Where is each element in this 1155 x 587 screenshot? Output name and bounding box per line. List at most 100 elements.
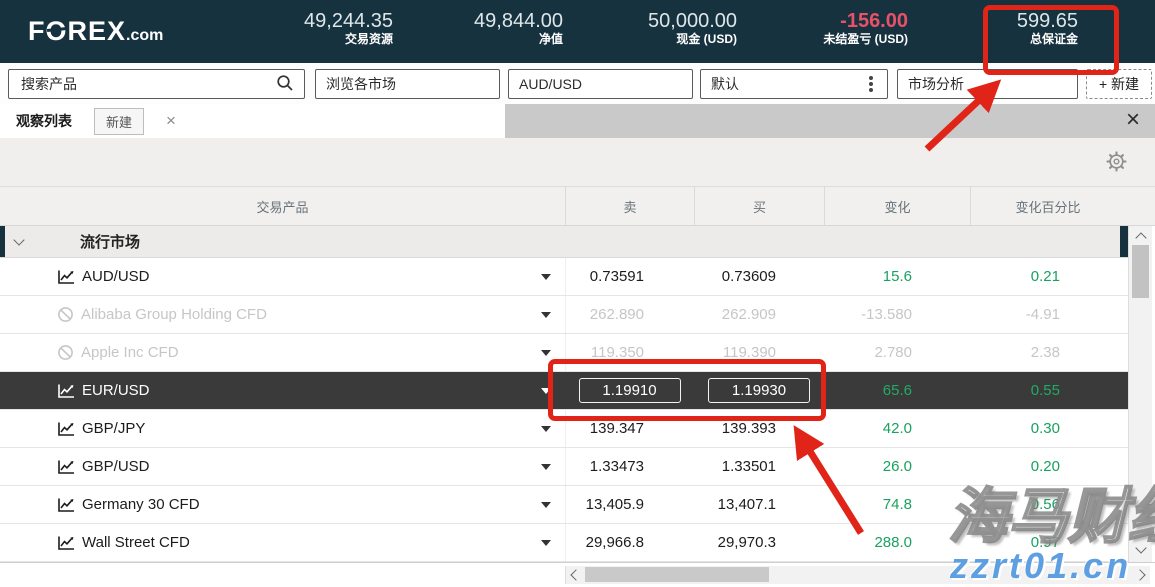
caret-down-icon[interactable]	[541, 388, 551, 394]
sell-price-cell[interactable]: 119.350	[565, 334, 694, 371]
change-value: 65.6	[883, 382, 912, 399]
stat-value: 599.65	[1017, 10, 1078, 32]
buy-price[interactable]: 29,970.3	[718, 534, 776, 551]
chart-icon[interactable]	[57, 535, 75, 551]
ban-icon	[57, 306, 74, 323]
caret-down-icon[interactable]	[541, 274, 551, 280]
column-header-change: 变化	[824, 187, 970, 225]
account-header: FOREX.com 49,244.35 交易资源 49,844.00 净值 50…	[0, 0, 1155, 63]
table-row[interactable]: GBP/JPY 139.347 139.393 42.0 0.30	[0, 410, 1128, 448]
buy-price[interactable]: 0.73609	[722, 268, 776, 285]
caret-down-icon[interactable]	[541, 502, 551, 508]
caret-down-icon[interactable]	[541, 312, 551, 318]
buy-price[interactable]: 139.393	[722, 420, 776, 437]
scroll-right-icon[interactable]	[1134, 569, 1145, 580]
buy-price[interactable]: 1.19930	[708, 378, 810, 403]
vertical-scrollbar[interactable]	[1128, 226, 1152, 562]
gear-icon[interactable]	[1106, 151, 1127, 177]
chart-icon[interactable]	[57, 421, 75, 437]
table-row[interactable]: AUD/USD 0.73591 0.73609 15.6 0.21	[0, 258, 1128, 296]
instrument-selector[interactable]: AUD/USD	[508, 69, 693, 99]
browse-markets-dropdown[interactable]: 浏览各市场	[315, 69, 500, 99]
new-watchlist-button[interactable]: 新建	[94, 108, 144, 135]
tab-close-icon[interactable]: ×	[166, 111, 176, 131]
sell-price-cell[interactable]: 29,966.8	[565, 524, 694, 561]
group-row-popular-markets[interactable]: 流行市场	[0, 226, 1128, 258]
table-row[interactable]: Wall Street CFD 29,966.8 29,970.3 288.0 …	[0, 524, 1128, 562]
table-row[interactable]: Apple Inc CFD 119.350 119.390 2.780 2.38	[0, 334, 1128, 372]
instrument-name: GBP/USD	[82, 458, 150, 475]
sell-price[interactable]: 139.347	[590, 420, 644, 437]
layout-label: 默认	[711, 74, 739, 94]
caret-down-icon[interactable]	[541, 540, 551, 546]
buy-price-cell[interactable]: 0.73609	[694, 258, 824, 295]
search-input[interactable]	[19, 75, 276, 93]
sell-price-cell[interactable]: 13,405.9	[565, 486, 694, 523]
market-analysis-dropdown[interactable]: 市场分析	[897, 69, 1078, 99]
sell-price-cell[interactable]: 139.347	[565, 410, 694, 447]
change-cell: -13.580	[824, 296, 970, 333]
caret-down-icon[interactable]	[541, 350, 551, 356]
scroll-down-icon[interactable]	[1135, 542, 1146, 553]
buy-price-cell[interactable]: 262.909	[694, 296, 824, 333]
instrument-name: EUR/USD	[82, 382, 150, 399]
sell-price-cell[interactable]: 0.73591	[565, 258, 694, 295]
buy-price[interactable]: 1.33501	[722, 458, 776, 475]
column-header-change-pct: 变化百分比	[970, 187, 1125, 225]
tab-watchlist[interactable]: 观察列表 新建 ×	[0, 104, 505, 138]
chart-icon[interactable]	[57, 383, 75, 399]
sell-price[interactable]: 13,405.9	[586, 496, 644, 513]
horizontal-scrollbar[interactable]	[565, 566, 1150, 584]
ban-icon	[57, 344, 74, 361]
search-box[interactable]	[8, 69, 305, 99]
buy-price[interactable]: 119.390	[723, 344, 776, 361]
sell-price[interactable]: 1.33473	[590, 458, 644, 475]
product-cell: GBP/USD	[0, 448, 565, 485]
buy-price-cell[interactable]: 1.33501	[694, 448, 824, 485]
panel-close-icon[interactable]: ×	[1126, 108, 1140, 132]
sell-price[interactable]: 29,966.8	[586, 534, 644, 551]
chart-icon[interactable]	[57, 459, 75, 475]
buy-price-cell[interactable]: 119.390	[694, 334, 824, 371]
table-row[interactable]: GBP/USD 1.33473 1.33501 26.0 0.20	[0, 448, 1128, 486]
new-workspace-button[interactable]: + 新建	[1086, 69, 1152, 99]
vertical-scroll-thumb[interactable]	[1132, 245, 1149, 298]
chevron-down-icon[interactable]	[13, 234, 24, 245]
stat-value: 50,000.00	[648, 10, 737, 32]
stat-value: 49,844.00	[474, 10, 563, 32]
chart-icon[interactable]	[57, 269, 75, 285]
sell-price[interactable]: 0.73591	[590, 268, 644, 285]
buy-price-cell[interactable]: 29,970.3	[694, 524, 824, 561]
table-row[interactable]: Germany 30 CFD 13,405.9 13,407.1 74.8 0.…	[0, 486, 1128, 524]
change-pct-value: 0.55	[1031, 382, 1060, 399]
sell-price-cell[interactable]: 1.19910	[565, 372, 694, 409]
table-row[interactable]: Alibaba Group Holding CFD 262.890 262.90…	[0, 296, 1128, 334]
caret-down-icon[interactable]	[541, 464, 551, 470]
buy-price[interactable]: 13,407.1	[718, 496, 776, 513]
product-cell: GBP/JPY	[0, 410, 565, 447]
column-header-sell: 卖	[565, 187, 694, 225]
buy-price-cell[interactable]: 13,407.1	[694, 486, 824, 523]
caret-down-icon[interactable]	[541, 426, 551, 432]
buy-price-cell[interactable]: 1.19930	[694, 372, 824, 409]
stat-unrealized-pnl: -156.00 未结盈亏 (USD)	[823, 10, 908, 47]
horizontal-scroll-thumb[interactable]	[585, 567, 769, 582]
scroll-left-icon[interactable]	[570, 569, 581, 580]
change-cell: 26.0	[824, 448, 970, 485]
sell-price-cell[interactable]: 262.890	[565, 296, 694, 333]
watchlist-tab-label: 观察列表	[16, 111, 72, 131]
scroll-up-icon[interactable]	[1135, 232, 1146, 243]
layout-dropdown[interactable]: 默认	[700, 69, 888, 99]
change-pct-cell: -4.91	[970, 296, 1125, 333]
buy-price-cell[interactable]: 139.393	[694, 410, 824, 447]
search-icon[interactable]	[276, 74, 294, 95]
table-row[interactable]: EUR/USD 1.19910 1.19930 65.6 0.55	[0, 372, 1128, 410]
kebab-menu-icon[interactable]	[869, 82, 873, 86]
sell-price-cell[interactable]: 1.33473	[565, 448, 694, 485]
buy-price[interactable]: 262.909	[722, 306, 776, 323]
sell-price[interactable]: 1.19910	[579, 378, 681, 403]
sell-price[interactable]: 119.350	[591, 344, 644, 361]
chart-icon[interactable]	[57, 497, 75, 513]
product-cell: EUR/USD	[0, 372, 565, 409]
sell-price[interactable]: 262.890	[590, 306, 644, 323]
